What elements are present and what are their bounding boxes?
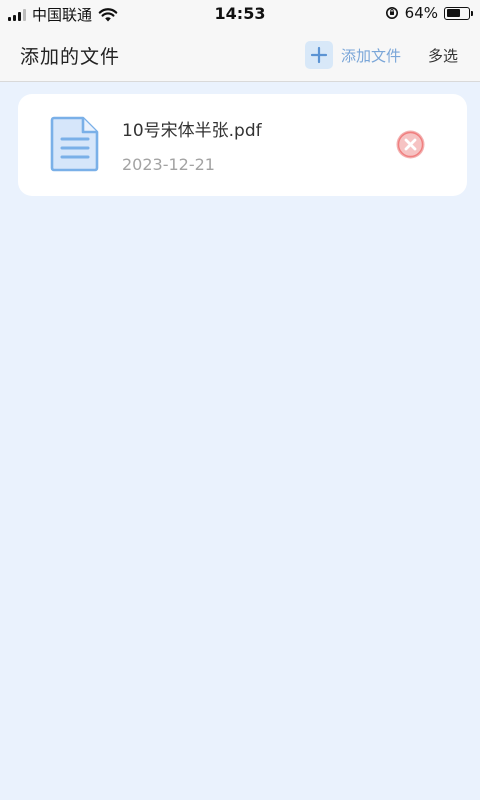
screen: 中国联通 14:53 64% 添加的文件 添加文件 多选 10号宋体半张.pdf… <box>0 0 480 800</box>
remove-icon[interactable] <box>396 130 425 159</box>
multi-select-button[interactable]: 多选 <box>428 45 458 66</box>
page-title: 添加的文件 <box>20 46 121 68</box>
file-date: 2023-12-21 <box>122 155 215 174</box>
battery-nub <box>471 11 473 16</box>
add-file-button[interactable]: 添加文件 <box>305 40 401 70</box>
document-icon <box>50 116 99 172</box>
status-right: 64% <box>385 4 473 22</box>
battery-fill <box>446 9 460 17</box>
file-list-item[interactable]: 10号宋体半张.pdf 2023-12-21 <box>18 94 467 196</box>
header: 添加的文件 添加文件 多选 <box>0 28 480 82</box>
battery-icon <box>444 6 473 20</box>
add-file-label: 添加文件 <box>341 46 402 65</box>
battery-percent: 64% <box>404 4 438 22</box>
plus-icon <box>305 41 333 69</box>
status-bar: 中国联通 14:53 64% <box>0 0 480 28</box>
orientation-lock-icon <box>385 7 398 19</box>
file-name: 10号宋体半张.pdf <box>122 121 262 141</box>
